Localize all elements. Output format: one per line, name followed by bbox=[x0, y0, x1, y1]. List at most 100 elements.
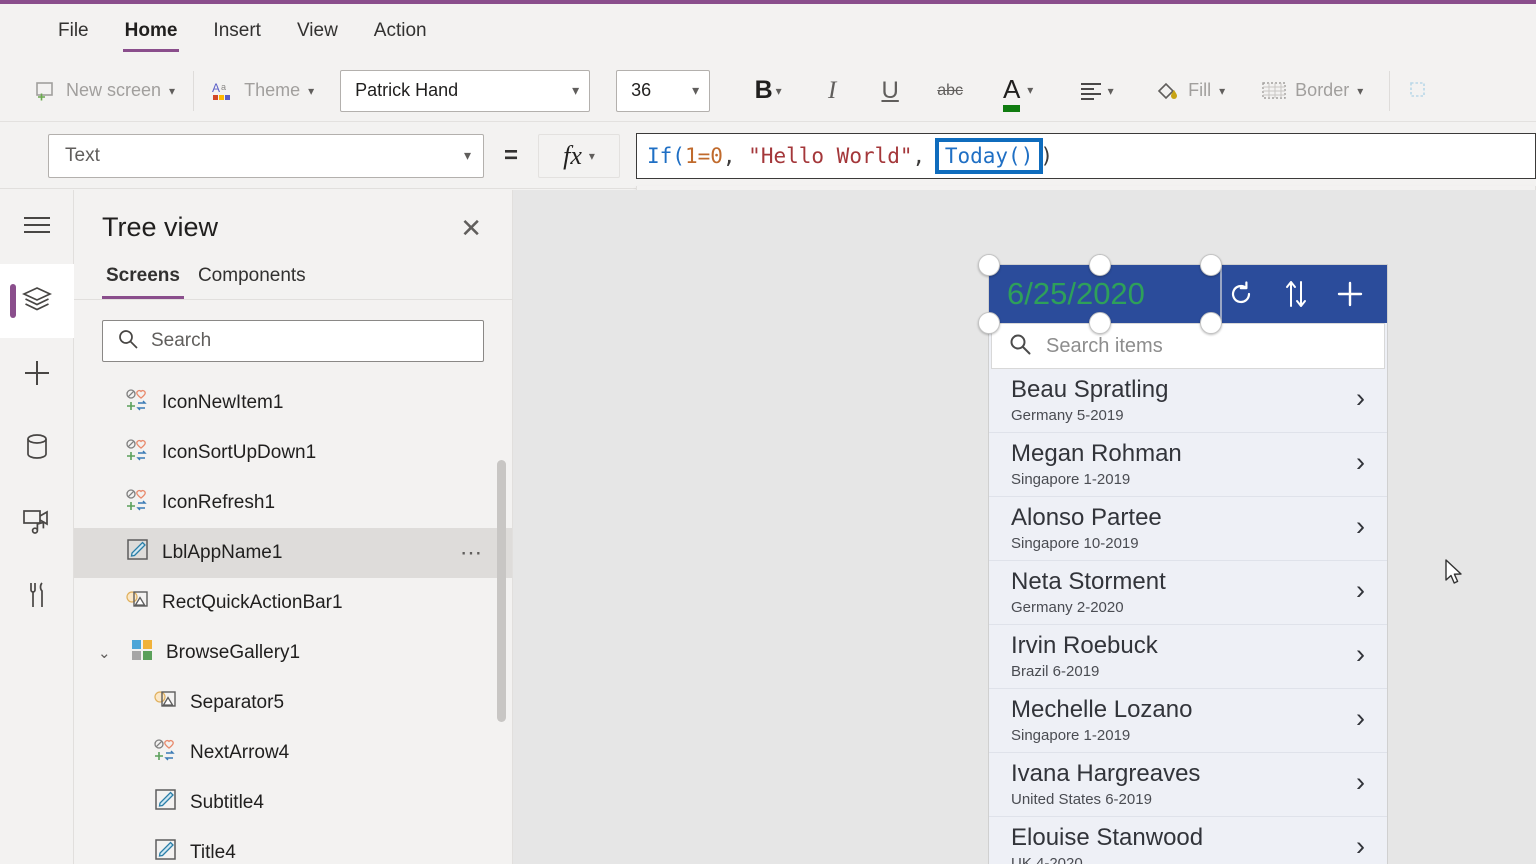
app-header-bar[interactable]: 6/25/2020 bbox=[978, 254, 1387, 334]
app-search-box[interactable]: Search items bbox=[991, 323, 1385, 369]
sidebar-item-insert[interactable] bbox=[0, 338, 74, 412]
search-icon bbox=[1008, 332, 1032, 361]
app-title-label[interactable]: 6/25/2020 bbox=[1007, 276, 1145, 312]
sidebar-item-media[interactable] bbox=[0, 486, 74, 560]
sort-icon[interactable] bbox=[1283, 279, 1309, 309]
chevron-down-icon: ▾ bbox=[463, 147, 471, 163]
tree-item-overflow-icon[interactable]: ⋯ bbox=[460, 540, 484, 566]
formula-input[interactable]: If(1=0, "Hello World", Today()) bbox=[636, 133, 1536, 179]
tree-item-lblappname1[interactable]: LblAppName1 ⋯ bbox=[74, 528, 512, 578]
tree-view-title: Tree view bbox=[102, 212, 219, 242]
gallery-item[interactable]: Ivana Hargreaves United States 6-2019 › bbox=[989, 753, 1387, 817]
fill-button[interactable]: Fill ▾ bbox=[1142, 68, 1237, 114]
tree-item-nextarrow4[interactable]: NextArrow4 bbox=[74, 728, 512, 778]
gallery-item[interactable]: Elouise Stanwood UK 4-2020 › bbox=[989, 817, 1387, 864]
chevron-down-icon[interactable]: ⌄ bbox=[98, 644, 118, 662]
ribbon-tab-view[interactable]: View bbox=[279, 14, 356, 50]
tree-item-title4[interactable]: Title4 bbox=[74, 828, 512, 864]
add-icon[interactable] bbox=[1335, 279, 1365, 309]
gallery-item-title: Beau Spratling bbox=[1011, 376, 1169, 403]
gallery-item-subtitle: Singapore 10-2019 bbox=[1011, 535, 1139, 552]
property-select[interactable]: Text ▾ bbox=[48, 133, 484, 178]
chevron-right-icon[interactable]: › bbox=[1356, 577, 1365, 604]
theme-button[interactable]: A a Theme ▾ bbox=[200, 68, 326, 114]
selection-handle-bottom-right[interactable] bbox=[1200, 312, 1222, 334]
tree-item-subtitle4[interactable]: Subtitle4 bbox=[74, 778, 512, 828]
fx-label: fx bbox=[563, 140, 582, 170]
tree-item-iconnewitem1[interactable]: IconNewItem1 bbox=[74, 378, 512, 428]
new-screen-button[interactable]: New screen ▾ bbox=[22, 68, 187, 114]
gallery-item-subtitle: Brazil 6-2019 bbox=[1011, 663, 1100, 680]
tree-item-iconrefresh1[interactable]: IconRefresh1 bbox=[74, 478, 512, 528]
text-align-button[interactable]: ▾ bbox=[1064, 68, 1128, 114]
strikethrough-label: abc bbox=[937, 81, 964, 99]
chevron-right-icon[interactable]: › bbox=[1356, 449, 1365, 476]
gallery-item[interactable]: Neta Storment Germany 2-2020 › bbox=[989, 561, 1387, 625]
gallery-item[interactable]: Beau Spratling Germany 5-2019 › bbox=[989, 369, 1387, 433]
gallery-item[interactable]: Alonso Partee Singapore 10-2019 › bbox=[989, 497, 1387, 561]
ribbon-tab-action[interactable]: Action bbox=[356, 14, 445, 50]
hamburger-menu-button[interactable] bbox=[0, 190, 74, 264]
gallery-item-subtitle: UK 4-2020 bbox=[1011, 855, 1083, 864]
sidebar-item-advanced-tools[interactable] bbox=[0, 560, 74, 634]
chevron-right-icon[interactable]: › bbox=[1356, 769, 1365, 796]
gallery-item[interactable]: Megan Rohman Singapore 1-2019 › bbox=[989, 433, 1387, 497]
selection-handle-top-right[interactable] bbox=[1200, 254, 1222, 276]
tree-item-label: BrowseGallery1 bbox=[166, 642, 301, 663]
tree-view-header: Tree view ✕ bbox=[74, 190, 512, 253]
close-icon[interactable]: ✕ bbox=[460, 215, 482, 241]
tree-item-rectquickactionbar1[interactable]: RectQuickActionBar1 bbox=[74, 578, 512, 628]
gallery-item[interactable]: Mechelle Lozano Singapore 1-2019 › bbox=[989, 689, 1387, 753]
more-tools-button[interactable] bbox=[1396, 68, 1444, 114]
tab-screens[interactable]: Screens bbox=[102, 259, 184, 299]
chevron-right-icon[interactable]: › bbox=[1356, 513, 1365, 540]
gallery-item[interactable]: Irvin Roebuck Brazil 6-2019 › bbox=[989, 625, 1387, 689]
fx-button[interactable]: fx ▾ bbox=[538, 133, 621, 178]
tree-search-box[interactable]: Search bbox=[102, 320, 484, 362]
sidebar-item-data[interactable] bbox=[0, 412, 74, 486]
selection-handle-bottom-left[interactable] bbox=[978, 312, 1000, 334]
italic-button[interactable]: I bbox=[808, 68, 856, 114]
app-search-placeholder: Search items bbox=[1046, 334, 1163, 357]
ribbon-tab-file[interactable]: File bbox=[40, 14, 107, 50]
ribbon-tab-home[interactable]: Home bbox=[107, 14, 196, 52]
shape-icon bbox=[126, 589, 150, 617]
border-button[interactable]: Border ▾ bbox=[1249, 68, 1375, 114]
tab-components[interactable]: Components bbox=[194, 259, 310, 299]
selection-handle-top-left[interactable] bbox=[978, 254, 1000, 276]
ribbon-tab-insert[interactable]: Insert bbox=[195, 14, 279, 50]
chevron-down-icon: ▾ bbox=[775, 83, 782, 98]
tree-item-browsegallery1[interactable]: ⌄ BrowseGallery1 bbox=[74, 628, 512, 678]
formula-token-comma-1: , bbox=[722, 144, 749, 168]
tree-item-iconsortupdown1[interactable]: IconSortUpDown1 bbox=[74, 428, 512, 478]
bold-button[interactable]: B ▾ bbox=[736, 68, 800, 114]
font-color-button[interactable]: A ▾ bbox=[986, 68, 1050, 114]
gallery-item-title: Mechelle Lozano bbox=[1011, 696, 1193, 723]
selection-handle-bottom-center[interactable] bbox=[1089, 312, 1111, 334]
fill-label: Fill bbox=[1188, 80, 1212, 100]
font-size-select[interactable]: 36 ▾ bbox=[616, 69, 711, 112]
chevron-right-icon[interactable]: › bbox=[1356, 833, 1365, 860]
refresh-icon[interactable] bbox=[1225, 278, 1257, 310]
chevron-right-icon[interactable]: › bbox=[1356, 385, 1365, 412]
tree-item-label: IconSortUpDown1 bbox=[162, 442, 317, 463]
underline-button[interactable]: U bbox=[866, 68, 914, 114]
app-canvas[interactable]: 6/25/2020 Search items Beau Spratling Ge… bbox=[513, 190, 1536, 864]
media-icon bbox=[22, 507, 52, 540]
font-color-label: A bbox=[1002, 73, 1021, 104]
tree-item-label: IconRefresh1 bbox=[162, 492, 276, 513]
tree-item-list: IconNewItem1 IconSortUpDown1 IconRefresh… bbox=[74, 378, 512, 864]
label-icon bbox=[154, 838, 178, 864]
selection-handle-top-center[interactable] bbox=[1089, 254, 1111, 276]
chevron-right-icon[interactable]: › bbox=[1356, 705, 1365, 732]
font-family-select[interactable]: Patrick Hand ▾ bbox=[340, 69, 591, 112]
chevron-down-icon: ▾ bbox=[1107, 83, 1114, 98]
property-value: Text bbox=[65, 144, 100, 166]
sidebar-item-tree-view[interactable] bbox=[0, 264, 74, 338]
formula-selected-token[interactable]: Today() bbox=[934, 138, 1044, 174]
powerapps-studio-window: File Home Insert View Action New screen … bbox=[0, 0, 1536, 864]
tree-view-scrollbar[interactable] bbox=[497, 460, 506, 722]
chevron-right-icon[interactable]: › bbox=[1356, 641, 1365, 668]
tree-item-separator5[interactable]: Separator5 bbox=[74, 678, 512, 728]
strikethrough-button[interactable]: abc bbox=[926, 68, 974, 114]
